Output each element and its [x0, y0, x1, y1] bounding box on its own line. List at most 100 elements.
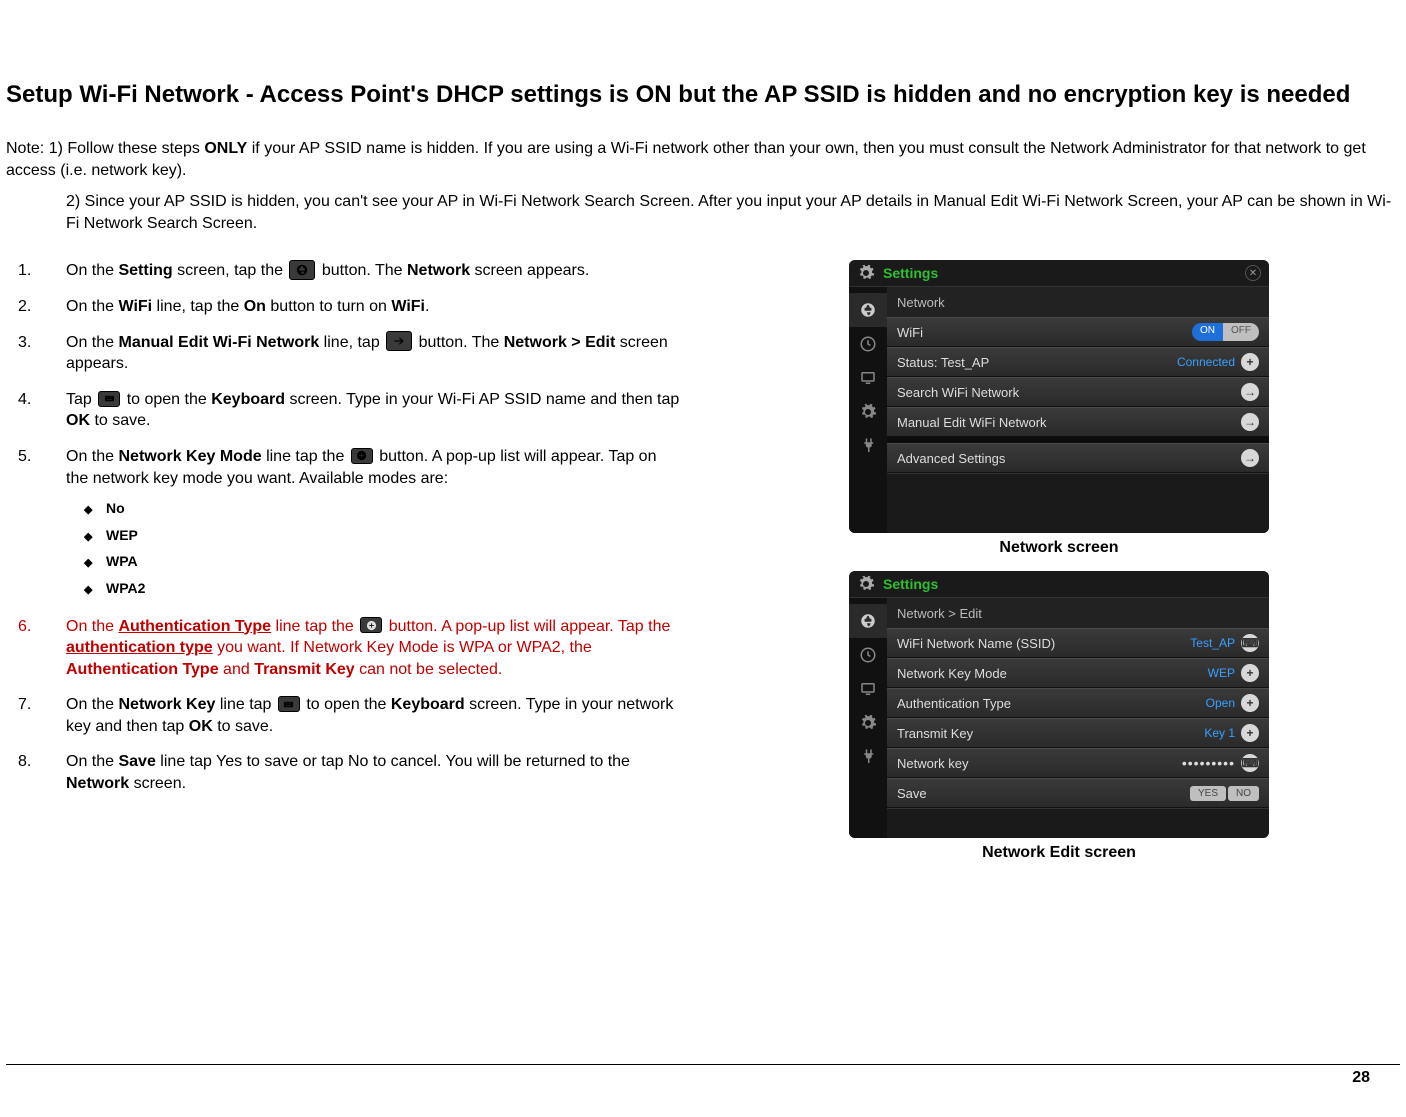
t: Key 1: [1204, 726, 1235, 740]
row-status[interactable]: Status: Test_AP Connected +: [887, 347, 1269, 377]
step-8: On the Save line tap Yes to save or tap …: [6, 751, 682, 794]
modes-list: No WEP WPA WPA2: [66, 495, 682, 601]
t: Network: [66, 775, 129, 792]
sidebar-clock-icon[interactable]: [849, 327, 887, 361]
row-wifi[interactable]: WiFi ONOFF: [887, 317, 1269, 347]
sidebar-screen-icon[interactable]: [849, 672, 887, 706]
t: On: [244, 298, 266, 315]
sidebar-gear-icon[interactable]: [849, 395, 887, 429]
row-key[interactable]: Network key ••••••••• ⌨: [887, 748, 1269, 778]
arrow-icon: [386, 331, 412, 351]
t: On the: [66, 334, 118, 351]
t: line tap Yes to save or tap No to cancel…: [156, 753, 630, 770]
caption-1: Network screen: [999, 539, 1118, 557]
step-2: On the WiFi line, tap the On button to t…: [6, 296, 682, 318]
plus-icon: [360, 617, 382, 633]
gear-icon: [857, 264, 875, 282]
t: line tap: [215, 696, 275, 713]
t: button. The: [317, 262, 407, 279]
t: authentication type: [66, 639, 213, 656]
t: Status: Test_AP: [897, 355, 1177, 370]
t: On the: [66, 618, 118, 635]
sidebar-network-icon[interactable]: [849, 604, 887, 638]
yes-no-toggle[interactable]: YESNO: [1188, 786, 1259, 801]
t: screen, tap the: [173, 262, 288, 279]
row-auth[interactable]: Authentication Type Open +: [887, 688, 1269, 718]
keyboard-icon[interactable]: ⌨: [1241, 754, 1259, 772]
t: Network Key: [118, 696, 215, 713]
plus-icon[interactable]: +: [1241, 694, 1259, 712]
row-save[interactable]: Save YESNO: [887, 778, 1269, 808]
step-5: On the Network Key Mode line tap the but…: [6, 446, 682, 602]
t: Network > Edit: [504, 334, 616, 351]
t: Authentication Type: [897, 696, 1206, 711]
row-ssid[interactable]: WiFi Network Name (SSID) Test_AP ⌨: [887, 628, 1269, 658]
keyboard-icon[interactable]: ⌨: [1241, 634, 1259, 652]
steps-list: On the Setting screen, tap the button. T…: [6, 260, 682, 794]
caption-2: Network Edit screen: [982, 844, 1136, 862]
t: to save.: [213, 718, 273, 735]
row-mode[interactable]: Network Key Mode WEP +: [887, 658, 1269, 688]
mode-item: WEP: [66, 522, 682, 549]
sidebar-gear-icon[interactable]: [849, 706, 887, 740]
yes-button[interactable]: YES: [1190, 786, 1226, 801]
t: Manual Edit WiFi Network: [897, 415, 1241, 430]
row-manual[interactable]: Manual Edit WiFi Network →: [887, 407, 1269, 437]
t: On the: [66, 696, 118, 713]
sidebar-screen-icon[interactable]: [849, 361, 887, 395]
t: OFF: [1223, 323, 1259, 341]
t: On the: [66, 753, 118, 770]
t: and: [219, 661, 255, 678]
row-search[interactable]: Search WiFi Network →: [887, 377, 1269, 407]
row-advanced[interactable]: Advanced Settings →: [887, 443, 1269, 473]
step-6: On the Authentication Type line tap the …: [6, 616, 682, 681]
t: you want. If Network Key Mode is WPA or …: [213, 639, 592, 656]
sidebar-network-icon[interactable]: [849, 293, 887, 327]
sidebar-clock-icon[interactable]: [849, 638, 887, 672]
t: screen appears.: [470, 262, 589, 279]
step-4: Tap to open the Keyboard screen. Type in…: [6, 389, 682, 432]
network-icon: [289, 260, 315, 280]
t: .: [425, 298, 429, 315]
page-number: 28: [1352, 1069, 1400, 1086]
mode-item: WPA: [66, 548, 682, 575]
t: line, tap: [319, 334, 384, 351]
sidebar-plug-icon[interactable]: [849, 429, 887, 463]
t: ON: [1192, 323, 1223, 341]
note-prefix: Note: 1) Follow these steps: [6, 140, 204, 157]
mock-fill: [887, 808, 1269, 838]
sidebar-plug-icon[interactable]: [849, 740, 887, 774]
row-subhead: Network: [887, 287, 1269, 317]
mock-sidebar: [849, 598, 887, 838]
note-text: Note: 1) Follow these steps ONLY if your…: [6, 140, 1366, 179]
t: Network: [897, 295, 1259, 310]
t: Test_AP: [1190, 636, 1235, 650]
plus-icon[interactable]: +: [1241, 353, 1259, 371]
plus-icon[interactable]: +: [1241, 664, 1259, 682]
t: Transmit Key: [254, 661, 354, 678]
wifi-toggle[interactable]: ONOFF: [1192, 323, 1259, 341]
t: Manual Edit Wi-Fi Network: [118, 334, 319, 351]
t: On the: [66, 448, 118, 465]
row-subhead: Network > Edit: [887, 598, 1269, 628]
keyboard-icon: [278, 696, 300, 712]
arrow-icon[interactable]: →: [1241, 413, 1259, 431]
t: can not be selected.: [355, 661, 503, 678]
t: WiFi: [118, 298, 152, 315]
t: line tap the: [262, 448, 349, 465]
plus-icon[interactable]: +: [1241, 724, 1259, 742]
t: button. A pop-up list will appear. Tap t…: [384, 618, 670, 635]
t: Connected: [1177, 355, 1235, 369]
t: Network > Edit: [897, 606, 1259, 621]
t: button to turn on: [266, 298, 391, 315]
close-icon[interactable]: ✕: [1245, 265, 1261, 281]
no-button[interactable]: NO: [1228, 786, 1259, 801]
t: OK: [66, 412, 90, 429]
t: On the: [66, 298, 118, 315]
arrow-icon[interactable]: →: [1241, 383, 1259, 401]
t: WEP: [1208, 666, 1235, 680]
t: screen.: [129, 775, 186, 792]
t: Network Key Mode: [897, 666, 1208, 681]
arrow-icon[interactable]: →: [1241, 449, 1259, 467]
row-tx[interactable]: Transmit Key Key 1 +: [887, 718, 1269, 748]
